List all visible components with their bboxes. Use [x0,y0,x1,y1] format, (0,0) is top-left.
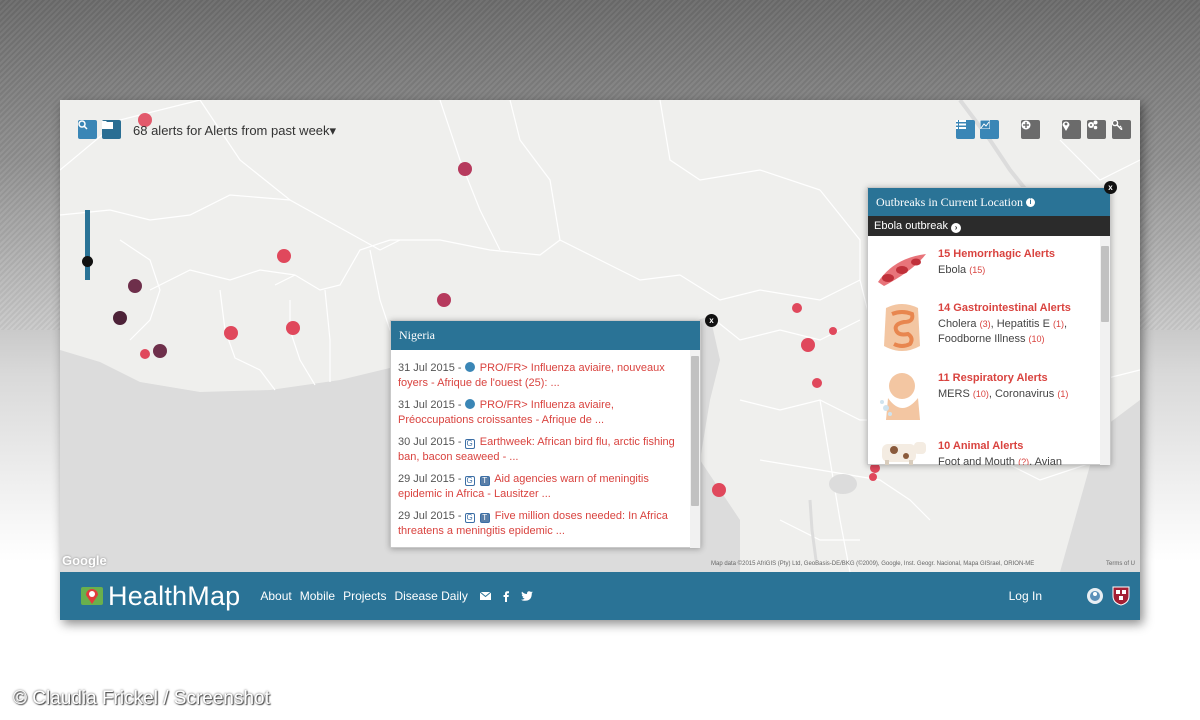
popup-scrollbar[interactable] [690,350,700,548]
popup-title: Nigeria [391,321,700,350]
outbreak-category-title[interactable]: 11 Respiratory Alerts [938,372,1048,384]
healthmap-pin-icon [81,587,103,605]
outbreak-list: 15 Hemorrhagic Alerts Ebola (15) 14 Gast… [868,236,1100,465]
logo-text: HealthMap [108,580,241,611]
list-item[interactable]: 11 Respiratory Alerts MERS (10), Coronav… [874,372,1096,428]
intestine-icon [884,304,920,351]
info-icon[interactable]: i [1025,198,1035,207]
chart-view-button[interactable] [980,120,999,139]
outbreak-category-title[interactable]: 10 Animal Alerts [938,440,1023,452]
harvard-shield-icon[interactable] [1112,586,1130,606]
outbreak-diseases: MERS (10), Coronavirus (1) [938,388,1069,400]
email-icon[interactable] [479,592,491,600]
outbreak-diseases: Foot and Mouth (?), Avian [938,456,1062,465]
list-item[interactable]: 29 Jul 2015 - G T Aid agencies warn of m… [398,472,690,502]
list-item[interactable]: 30 Jul 2015 - G Earthweek: African bird … [398,435,690,465]
subheader-label: Ebola outbreak [874,220,948,232]
nigeria-popup: Nigeria 31 Jul 2015 - PRO/FR> Influenza … [390,320,701,548]
cow-icon [882,442,926,465]
chevron-down-icon: ▾ [329,123,337,138]
panel-scrollbar[interactable] [1100,236,1110,465]
twitter-icon[interactable] [520,591,533,601]
nav-mobile[interactable]: Mobile [300,589,335,603]
outbreaks-panel: Outbreaks in Current Location i Ebola ou… [867,187,1111,465]
outbreak-category-title[interactable]: 15 Hemorrhagic Alerts [938,248,1055,260]
childrens-hospital-seal-icon[interactable] [1086,586,1104,606]
settings-button[interactable] [1087,120,1106,139]
list-item[interactable]: 31 Jul 2015 - PRO/FR> Influenza aviaire,… [398,361,690,391]
list-item[interactable]: 29 Jul 2015 - G T Five million doses nee… [398,509,690,539]
google-news-icon: G [464,439,475,449]
arrow-right-icon: › [951,223,962,233]
close-icon: x [1108,183,1113,192]
zoom-slider[interactable] [85,210,90,280]
key-icon [1112,120,1123,130]
browser-screenshot-frame: 68 alerts for Alerts from past week▾ Nig… [60,100,1140,620]
globe-icon [464,399,475,409]
healthmap-logo[interactable]: HealthMap [80,581,240,612]
alerts-title: 68 alerts for Alerts from past week [133,123,330,138]
terms-link[interactable]: Terms of U [1106,561,1135,567]
panel-title-bar: Outbreaks in Current Location i [868,188,1110,216]
zoom-handle[interactable] [82,256,93,267]
outbreak-diseases: Cholera (3), Hepatitis E (1), Foodborne … [938,318,1068,345]
list-view-button[interactable] [956,120,975,139]
folder-button[interactable] [102,120,121,139]
add-button[interactable] [1021,120,1040,139]
nav-projects[interactable]: Projects [343,589,386,603]
nav-about[interactable]: About [260,589,291,603]
map-attribution: Map data ©2015 AfriGIS (Pty) Ltd, GeoBas… [711,561,1035,567]
blood-cells-icon [878,254,926,286]
translate-icon: T [479,513,490,523]
list-icon [956,120,966,129]
close-icon: x [709,316,714,325]
scrollbar-thumb[interactable] [691,356,699,506]
outbreak-diseases: Ebola (15) [938,264,986,276]
google-news-icon: G [464,476,475,486]
key-button[interactable] [1112,120,1131,139]
translate-icon: T [479,476,490,486]
panel-title: Outbreaks in Current Location [876,195,1023,209]
outbreak-category-title[interactable]: 14 Gastrointestinal Alerts [938,302,1071,314]
map-canvas[interactable]: 68 alerts for Alerts from past week▾ Nig… [60,100,1140,572]
news-list: 31 Jul 2015 - PRO/FR> Influenza aviaire,… [398,361,690,541]
nav-disease-daily[interactable]: Disease Daily [394,589,467,603]
search-icon [78,120,88,130]
sneezing-person-icon [880,373,920,420]
photo-credit: © Claudia Frickel / Screenshot [13,688,270,709]
folder-icon [102,121,113,129]
globe-icon [464,362,475,372]
google-news-icon: G [464,513,475,523]
outbreaks-panel-close-button[interactable]: x [1104,181,1117,194]
gears-icon [1088,120,1098,130]
login-link[interactable]: Log In [1009,589,1042,603]
list-item[interactable]: 14 Gastrointestinal Alerts Cholera (3), … [874,302,1096,362]
google-logo: Google [62,553,107,568]
nigeria-popup-close-button[interactable]: x [705,314,718,327]
alerts-dropdown[interactable]: 68 alerts for Alerts from past week▾ [133,123,336,139]
scrollbar-thumb[interactable] [1101,246,1109,322]
plus-circle-icon [1021,120,1031,130]
search-button[interactable] [78,120,97,139]
ebola-outbreak-link[interactable]: Ebola outbreak › [868,216,1110,236]
chart-icon [980,120,990,129]
site-footer: HealthMap About Mobile Projects Disease … [60,572,1140,620]
location-button[interactable] [1062,120,1081,139]
map-pin-icon [1062,121,1070,131]
list-item[interactable]: 10 Animal Alerts Foot and Mouth (?), Avi… [874,440,1096,465]
list-item[interactable]: 31 Jul 2015 - PRO/FR> Influenza aviaire,… [398,398,690,428]
list-item[interactable]: 15 Hemorrhagic Alerts Ebola (15) [874,248,1096,298]
facebook-icon[interactable] [503,590,509,602]
